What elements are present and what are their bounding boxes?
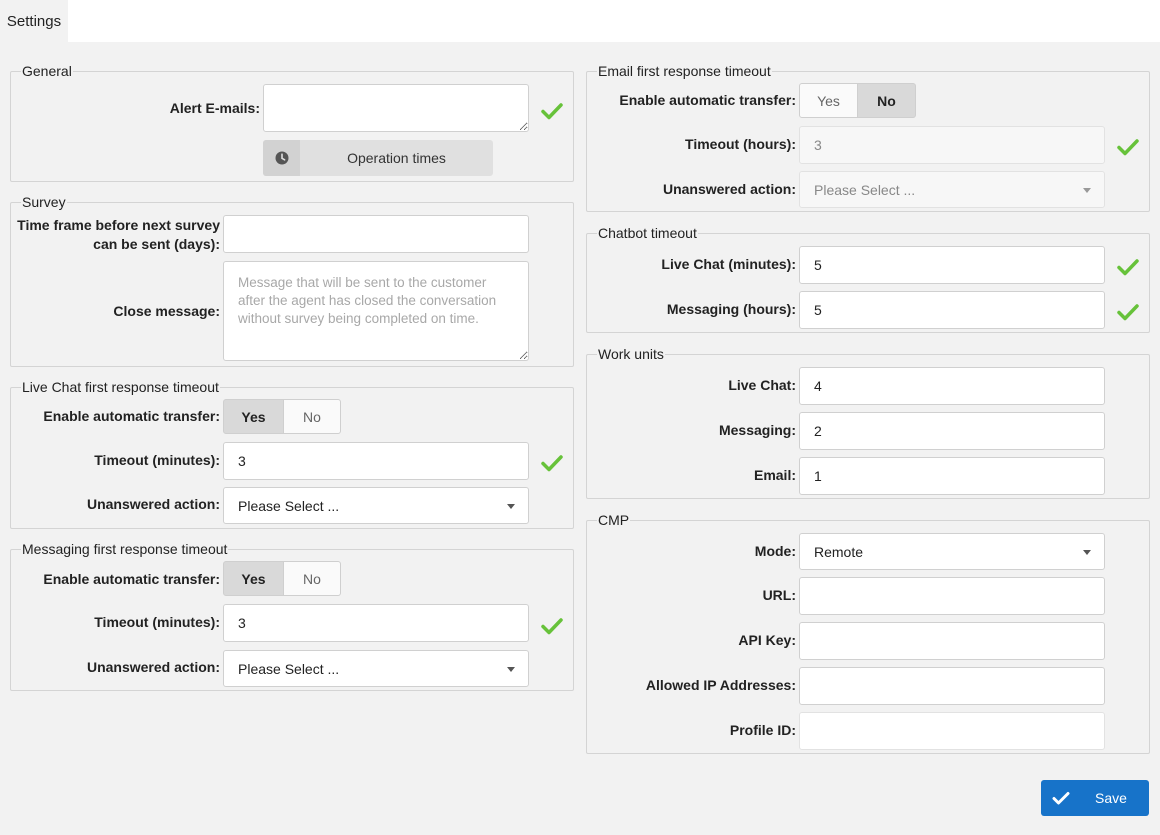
check-icon (541, 455, 563, 472)
messaging-unanswered-select[interactable]: Please Select ... (223, 650, 529, 687)
email-timeout-label: Timeout (hours): (685, 136, 796, 152)
top-bar: Settings (0, 0, 1160, 42)
save-button[interactable]: Save (1041, 780, 1149, 816)
work-units-messaging-label: Messaging: (718, 422, 796, 438)
cmp-api-key-input[interactable] (799, 622, 1105, 660)
cmp-allowed-ip-input[interactable] (799, 667, 1105, 705)
cmp-url-input[interactable] (799, 577, 1105, 615)
work-units-legend: Work units (597, 345, 665, 363)
check-icon (1117, 304, 1139, 321)
operation-times-button[interactable]: Operation times (263, 140, 493, 176)
live-chat-unanswered-label: Unanswered action: (86, 496, 220, 512)
cmp-url-label: URL: (762, 587, 796, 603)
messaging-enable-yes[interactable]: Yes (223, 561, 284, 596)
email-unanswered-select[interactable]: Please Select ... (799, 171, 1105, 208)
tab-settings[interactable]: Settings (0, 0, 68, 42)
messaging-enable-toggle: Yes No (223, 561, 341, 596)
live-chat-timeout-label: Timeout (minutes): (94, 452, 220, 468)
chevron-down-icon (507, 503, 515, 509)
chatbot-messaging-input[interactable]: 5 (799, 291, 1105, 329)
chevron-down-icon (1083, 549, 1091, 555)
general-legend: General (21, 62, 73, 80)
alert-emails-label: Alert E-mails: (169, 100, 260, 116)
work-units-email-label: Email: (753, 467, 796, 483)
email-enable-no[interactable]: No (858, 83, 916, 118)
close-message-label: Close message: (113, 303, 220, 319)
chatbot-live-chat-label: Live Chat (minutes): (661, 256, 796, 272)
live-chat-enable-no[interactable]: No (284, 399, 341, 434)
close-message-input[interactable] (223, 261, 529, 361)
clock-icon (263, 140, 300, 176)
messaging-timeout-input[interactable]: 3 (223, 604, 529, 642)
chevron-down-icon (507, 666, 515, 672)
live-chat-unanswered-value: Please Select ... (223, 487, 529, 524)
email-timeout-input[interactable]: 3 (799, 126, 1105, 164)
cmp-profile-id-input[interactable] (799, 712, 1105, 750)
cmp-profile-id-label: Profile ID: (729, 722, 796, 738)
check-icon (541, 618, 563, 635)
email-timeout-legend: Email first response timeout (597, 62, 772, 80)
alert-emails-input[interactable] (263, 84, 529, 132)
survey-legend: Survey (21, 193, 67, 211)
messaging-enable-label: Enable automatic transfer: (43, 571, 220, 587)
live-chat-enable-toggle: Yes No (223, 399, 341, 434)
email-unanswered-label: Unanswered action: (662, 181, 796, 197)
time-frame-label: Time frame before next survey can be sen… (14, 216, 220, 254)
time-frame-label-line1: Time frame before next survey (17, 217, 220, 233)
live-chat-enable-label: Enable automatic transfer: (43, 408, 220, 424)
email-enable-yes[interactable]: Yes (799, 83, 858, 118)
email-enable-label: Enable automatic transfer: (619, 92, 796, 108)
cmp-mode-label: Mode: (754, 543, 796, 559)
work-units-messaging-input[interactable]: 2 (799, 412, 1105, 450)
live-chat-timeout-legend: Live Chat first response timeout (21, 378, 220, 396)
check-icon (1117, 259, 1139, 276)
save-label: Save (1095, 790, 1127, 806)
messaging-timeout-label: Timeout (minutes): (94, 614, 220, 630)
cmp-api-key-label: API Key: (738, 632, 796, 648)
live-chat-unanswered-select[interactable]: Please Select ... (223, 487, 529, 524)
time-frame-input[interactable] (223, 215, 529, 253)
cmp-legend: CMP (597, 511, 631, 529)
chevron-down-icon (1083, 187, 1091, 193)
time-frame-label-line2: can be sent (days): (93, 236, 220, 252)
messaging-timeout-legend: Messaging first response timeout (21, 540, 229, 558)
chatbot-messaging-label: Messaging (hours): (666, 301, 796, 317)
chatbot-timeout-legend: Chatbot timeout (597, 224, 698, 242)
email-unanswered-value: Please Select ... (799, 171, 1105, 208)
work-units-email-input[interactable]: 1 (799, 457, 1105, 495)
messaging-unanswered-label: Unanswered action: (86, 659, 220, 675)
cmp-allowed-ip-label: Allowed IP Addresses: (645, 677, 796, 693)
live-chat-timeout-input[interactable]: 3 (223, 442, 529, 480)
work-units-live-chat-label: Live Chat: (728, 377, 796, 393)
chatbot-live-chat-input[interactable]: 5 (799, 246, 1105, 284)
messaging-unanswered-value: Please Select ... (223, 650, 529, 687)
email-enable-toggle: Yes No (799, 83, 916, 118)
cmp-mode-value: Remote (799, 533, 1105, 570)
cmp-mode-select[interactable]: Remote (799, 533, 1105, 570)
check-icon (1043, 791, 1079, 805)
operation-times-label: Operation times (347, 150, 446, 166)
work-units-live-chat-input[interactable]: 4 (799, 367, 1105, 405)
live-chat-enable-yes[interactable]: Yes (223, 399, 284, 434)
check-icon (541, 103, 563, 120)
messaging-enable-no[interactable]: No (284, 561, 341, 596)
check-icon (1117, 139, 1139, 156)
